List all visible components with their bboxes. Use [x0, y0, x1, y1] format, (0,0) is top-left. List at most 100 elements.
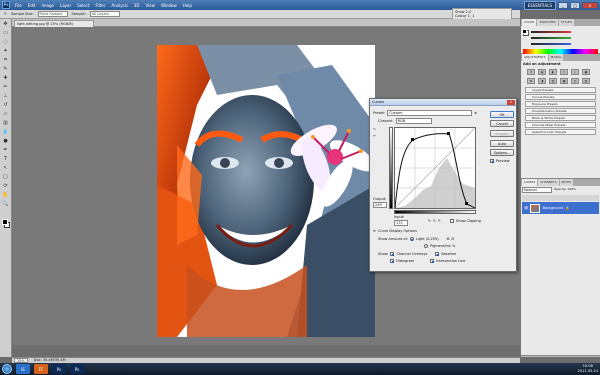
eyedropper-icon[interactable]: ✎ [4, 12, 7, 16]
menu-filter[interactable]: Filter [94, 3, 106, 8]
channel-select[interactable]: RGB [395, 118, 432, 124]
baseline-checkbox[interactable] [435, 252, 440, 256]
healing-tool-icon[interactable]: ✚ [1, 74, 10, 82]
menu-file[interactable]: File [14, 3, 23, 8]
preset-channel-mixer[interactable]: Channel Mixer Presets [525, 122, 596, 128]
show-clipping-checkbox[interactable] [450, 219, 454, 223]
tab-layers[interactable]: LAYERS [522, 179, 538, 186]
eraser-tool-icon[interactable]: ▱ [1, 110, 10, 118]
preset-levels[interactable]: Levels Presets [525, 87, 596, 93]
preset-exposure[interactable]: Exposure Presets [525, 101, 596, 107]
color-balance-icon[interactable]: ⚖ [527, 78, 535, 84]
output-field[interactable]: 249 [373, 202, 387, 208]
hand-tool-icon[interactable]: ✋ [1, 191, 10, 199]
blur-tool-icon[interactable]: 💧 [1, 128, 10, 136]
curves-plot[interactable] [394, 127, 476, 209]
3d-rotate-tool-icon[interactable]: ⟳ [1, 182, 10, 190]
system-clock[interactable]: 10:08 2011-05-24 [578, 364, 598, 373]
dialog-close-icon[interactable]: ✕ [507, 100, 515, 105]
taskbar-photoshop-icon[interactable]: Ps [52, 364, 66, 374]
tab-paths[interactable]: PATHS [559, 179, 574, 186]
blue-slider[interactable] [521, 41, 600, 47]
white-point-eyedropper-icon[interactable]: ✎ [438, 219, 441, 223]
menu-3d[interactable]: 3D [133, 3, 141, 8]
preset-black-white[interactable]: Black & White Presets [525, 115, 596, 121]
taskbar-photoshop-icon[interactable]: Ps [70, 364, 84, 374]
black-point-eyedropper-icon[interactable]: ✎ [428, 219, 431, 223]
menu-image[interactable]: Image [40, 3, 55, 8]
clone-stamp-tool-icon[interactable]: ⊥ [1, 92, 10, 100]
visibility-eye-icon[interactable]: 👁 [524, 206, 528, 210]
tab-adjustments[interactable]: ADJUSTMENTS [522, 54, 548, 61]
ok-button[interactable]: OK [490, 111, 514, 118]
menu-analysis[interactable]: Analysis [110, 3, 128, 8]
brush-tool-icon[interactable]: ✏ [1, 83, 10, 91]
channel-mixer-icon[interactable]: ▦ [560, 78, 568, 84]
preview-checkbox[interactable] [490, 159, 494, 163]
color-swatch-fg[interactable] [522, 29, 527, 34]
dodge-tool-icon[interactable]: ● [1, 137, 10, 145]
preset-curves[interactable]: Curves Presets [525, 94, 596, 100]
preset-select[interactable]: Custom [387, 110, 473, 116]
curves-graph[interactable] [394, 127, 476, 209]
channel-overlays-checkbox[interactable] [390, 252, 395, 256]
workspace-switcher[interactable]: ESSENTIALS [523, 1, 556, 10]
tab-channels[interactable]: CHANNELS [538, 179, 559, 186]
menu-window[interactable]: Window [160, 3, 178, 8]
start-button[interactable] [2, 364, 12, 374]
minimize-button[interactable]: _ [558, 2, 568, 9]
blend-mode-select[interactable]: Normal [522, 187, 552, 193]
document-tab[interactable]: light-editing.jpg @ 25% (RGB/8) [14, 20, 94, 27]
pen-tool-icon[interactable]: ✒ [1, 146, 10, 154]
path-select-tool-icon[interactable]: ↖ [1, 164, 10, 172]
color-spectrum[interactable] [523, 49, 598, 54]
close-button[interactable]: ✕ [582, 2, 598, 9]
posterize-icon[interactable]: ▧ [582, 78, 590, 84]
histogram-checkbox[interactable] [390, 259, 394, 263]
cancel-button[interactable]: Cancel [490, 120, 514, 127]
black-white-icon[interactable]: ◑ [538, 78, 546, 84]
curves-icon[interactable]: ◐ [549, 69, 557, 75]
auto-button[interactable]: Auto [490, 140, 514, 147]
smooth-button[interactable]: Smooth [490, 130, 514, 137]
preset-menu-icon[interactable]: ≡ [474, 111, 477, 115]
taskbar-firefox-icon[interactable]: FF [34, 364, 48, 374]
preset-hue-saturation[interactable]: Hue/Saturation Presets [525, 108, 596, 114]
sample-select[interactable]: All Layers [89, 11, 120, 17]
brightness-icon[interactable]: ☀ [527, 69, 535, 75]
shape-tool-icon[interactable]: ▢ [1, 173, 10, 181]
move-tool-icon[interactable]: ✥ [1, 20, 10, 28]
photo-canvas[interactable] [157, 45, 375, 337]
lasso-tool-icon[interactable]: ◌ [1, 38, 10, 46]
hue-saturation-icon[interactable]: ▣ [582, 69, 590, 75]
grid-large-icon[interactable]: ⊟ [452, 237, 455, 241]
foreground-color-swatch[interactable] [2, 219, 8, 225]
menu-edit[interactable]: Edit [27, 3, 37, 8]
menu-layer[interactable]: Layer [59, 3, 72, 8]
crop-tool-icon[interactable]: ⌗ [1, 56, 10, 64]
vibrance-icon[interactable]: ◇ [571, 69, 579, 75]
marquee-tool-icon[interactable]: ▭ [1, 29, 10, 37]
tab-styles[interactable]: STYLES [558, 19, 574, 26]
intersection-line-checkbox[interactable] [430, 259, 435, 263]
levels-icon[interactable]: ▤ [538, 69, 546, 75]
quick-select-tool-icon[interactable]: ✦ [1, 47, 10, 55]
photo-filter-icon[interactable]: ▥ [549, 78, 557, 84]
tab-swatches[interactable]: SWATCHES [537, 19, 558, 26]
edit-points-icon[interactable]: ∿ [373, 127, 376, 131]
input-field[interactable]: 172 [394, 220, 408, 226]
pigment-radio[interactable] [424, 244, 428, 248]
opacity-control[interactable]: Opacity: 100% [554, 187, 576, 193]
eyedropper-tool-icon[interactable]: ✎ [1, 65, 10, 73]
draw-curve-icon[interactable]: ✏ [373, 134, 376, 138]
tab-color[interactable]: COLOR [522, 19, 537, 26]
preset-selective-color[interactable]: Selective Color Presets [525, 129, 596, 135]
gradient-tool-icon[interactable]: ▥ [1, 119, 10, 127]
taskbar-ie-icon[interactable]: IE [16, 364, 30, 374]
type-tool-icon[interactable]: T [1, 155, 10, 163]
tab-masks[interactable]: MASKS [548, 54, 564, 61]
layer-background[interactable]: 👁 Background 🔒 [522, 202, 599, 214]
menu-select[interactable]: Select [76, 3, 90, 8]
zoom-tool-icon[interactable]: 🔍 [1, 200, 10, 208]
invert-icon[interactable]: ◎ [571, 78, 579, 84]
